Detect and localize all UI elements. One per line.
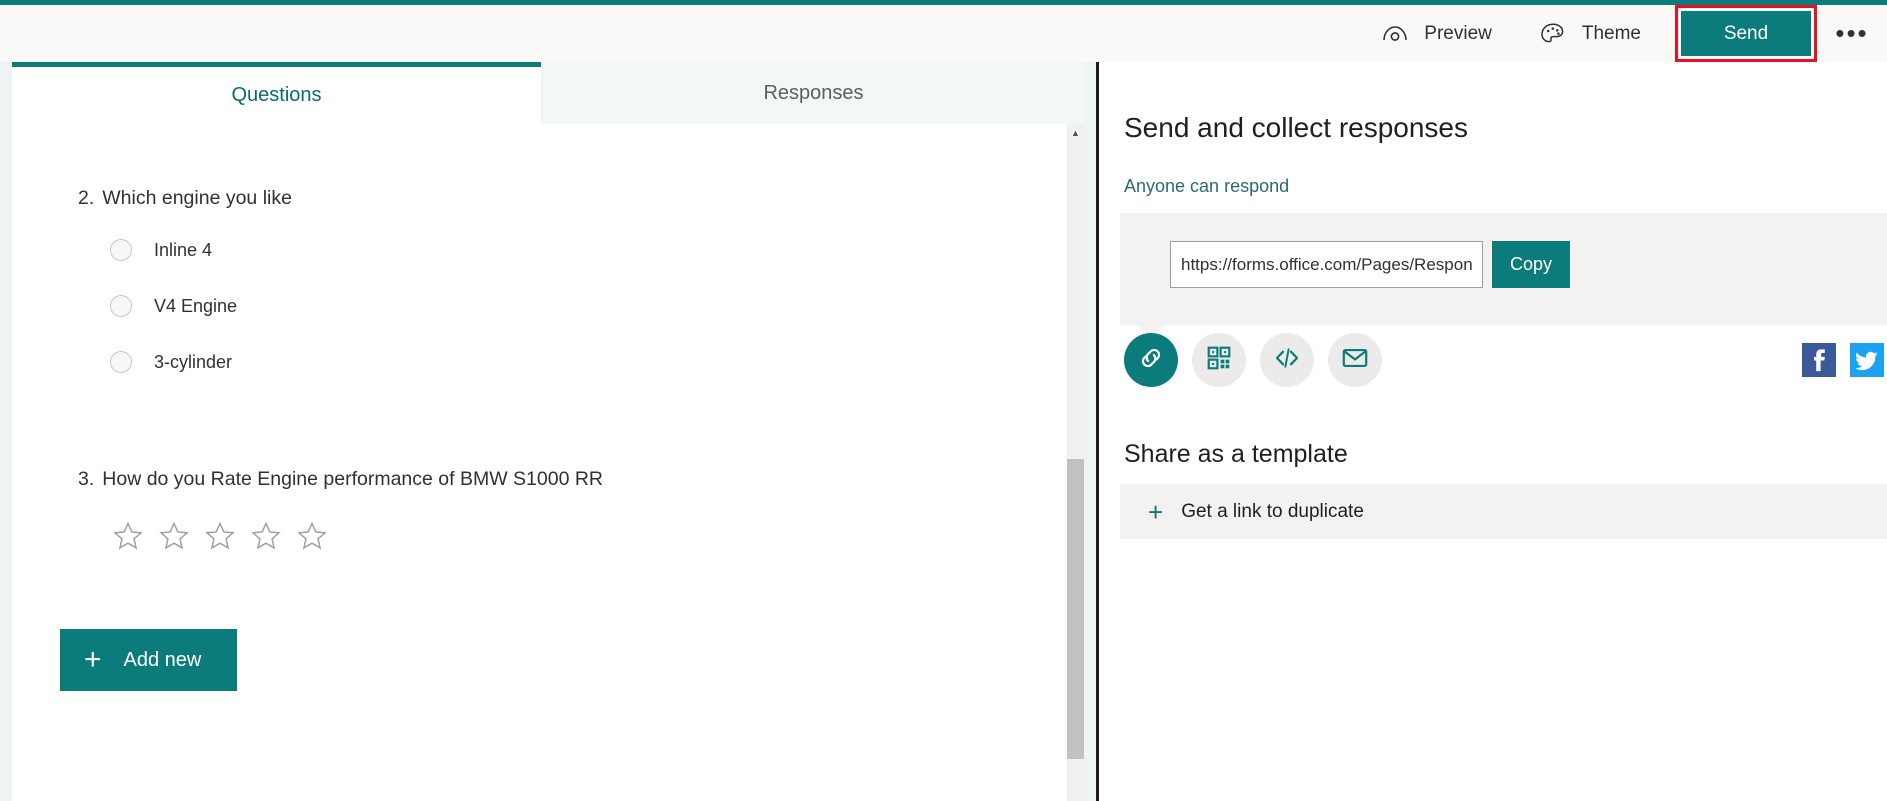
caret-up-icon[interactable]: ▲ (1067, 124, 1084, 141)
share-option-qr-code[interactable] (1192, 333, 1246, 387)
link-icon (1137, 344, 1165, 377)
radio-icon[interactable] (110, 351, 132, 374)
share-option-email[interactable] (1328, 333, 1382, 387)
command-bar: Preview Theme Send ••• (0, 5, 1887, 62)
form-scrollbar[interactable]: ▲ (1067, 124, 1084, 801)
embed-code-icon (1273, 344, 1301, 377)
scrollbar-thumb[interactable] (1067, 459, 1084, 759)
twitter-share-button[interactable] (1850, 343, 1884, 377)
theme-button[interactable]: Theme (1516, 5, 1665, 62)
question-item[interactable]: 3. How do you Rate Engine performance of… (78, 467, 1067, 557)
choice-option[interactable]: V4 Engine (110, 289, 1067, 323)
add-new-button[interactable]: + Add new (60, 629, 237, 691)
choice-label: Inline 4 (154, 239, 213, 260)
star-icon[interactable] (296, 520, 328, 557)
question-title-row: 3. How do you Rate Engine performance of… (78, 467, 1067, 492)
share-link-card: Copy (1120, 213, 1887, 325)
choice-option[interactable]: Inline 4 (110, 233, 1067, 267)
preview-label: Preview (1424, 22, 1492, 44)
radio-icon[interactable] (110, 295, 132, 318)
share-url-input[interactable] (1170, 241, 1483, 288)
question-number: 2. (78, 187, 95, 209)
form-editor-region: Questions Responses 2. Which engine you … (0, 62, 1096, 801)
tab-responses[interactable]: Responses (543, 62, 1084, 124)
facebook-share-button[interactable] (1802, 343, 1836, 377)
theme-label: Theme (1581, 22, 1641, 44)
add-new-label: Add new (123, 648, 202, 671)
star-icon[interactable] (250, 520, 282, 557)
star-rating[interactable] (112, 520, 1067, 557)
question-title: Which engine you like (102, 187, 292, 209)
copy-button[interactable]: Copy (1492, 241, 1570, 288)
form-canvas: 2. Which engine you like Inline 4 V4 Eng… (12, 124, 1067, 801)
preview-button[interactable]: Preview (1358, 5, 1516, 62)
share-option-embed-code[interactable] (1260, 333, 1314, 387)
choice-label: V4 Engine (154, 295, 238, 316)
star-icon[interactable] (112, 520, 144, 557)
choice-label: 3-cylinder (154, 351, 233, 372)
send-panel: Send and collect responses Anyone can re… (1096, 62, 1887, 801)
star-icon[interactable] (204, 520, 236, 557)
eye-icon (1382, 24, 1408, 44)
question-item[interactable]: 2. Which engine you like Inline 4 V4 Eng… (78, 186, 1067, 379)
social-share-group (1802, 343, 1884, 377)
more-options-button[interactable]: ••• (1817, 5, 1887, 62)
audience-selector-link[interactable]: Anyone can respond (1124, 176, 1289, 197)
form-tabs: Questions Responses (12, 62, 1084, 124)
tab-questions-label: Questions (231, 84, 322, 106)
plus-icon: + (84, 643, 102, 676)
share-option-link[interactable] (1124, 333, 1178, 387)
choice-list: Inline 4 V4 Engine 3-cylinder (110, 233, 1067, 379)
ellipsis-icon: ••• (1835, 18, 1869, 48)
get-link-to-duplicate-label: Get a link to duplicate (1181, 500, 1364, 522)
radio-icon[interactable] (110, 239, 132, 262)
get-link-to-duplicate-row[interactable]: + Get a link to duplicate (1120, 484, 1887, 539)
tab-questions[interactable]: Questions (12, 62, 541, 124)
question-title: How do you Rate Engine performance of BM… (102, 468, 604, 490)
palette-icon (1540, 22, 1566, 46)
send-button-highlight: Send (1675, 5, 1817, 62)
panel-title: Send and collect responses (1124, 112, 1468, 143)
share-options-row (1124, 325, 1884, 395)
question-title-row: 2. Which engine you like (78, 186, 1067, 211)
send-button[interactable]: Send (1681, 11, 1811, 56)
email-icon (1341, 344, 1369, 377)
qr-code-icon (1206, 345, 1232, 376)
plus-icon: + (1148, 496, 1164, 527)
tab-responses-label: Responses (763, 81, 864, 104)
choice-option[interactable]: 3-cylinder (110, 345, 1067, 379)
question-number: 3. (78, 468, 95, 490)
template-section-title: Share as a template (1124, 440, 1348, 468)
star-icon[interactable] (158, 520, 190, 557)
